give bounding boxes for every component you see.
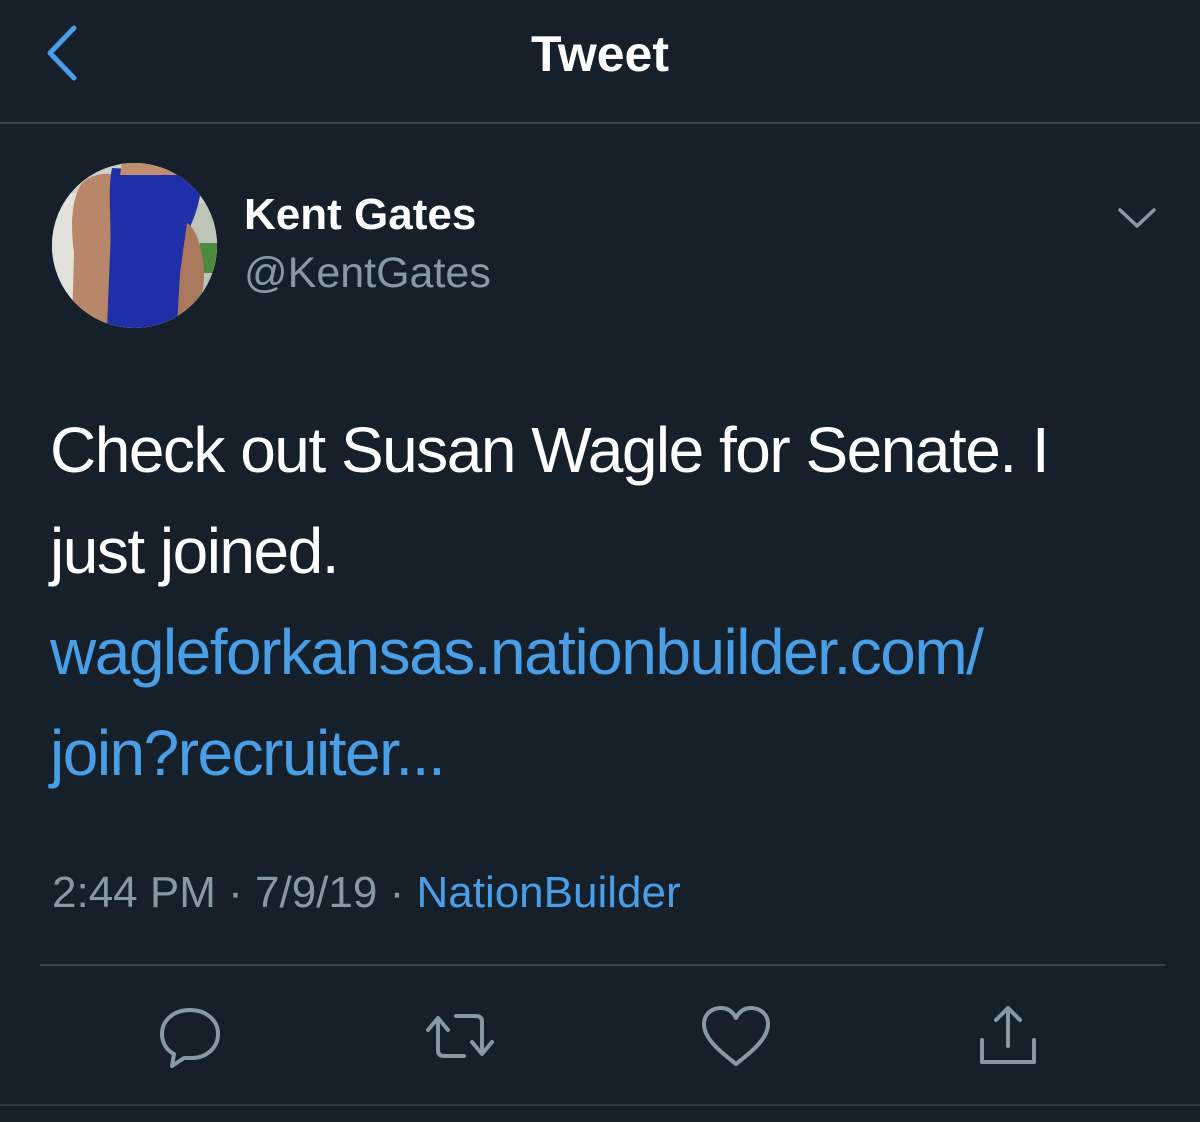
share-icon xyxy=(980,1006,1036,1064)
avatar-image xyxy=(52,163,217,328)
tweet-link-line-1: wagleforkansas.nationbuilder.com/ xyxy=(50,616,984,688)
tweet-link-line-2: join?recruiter... xyxy=(50,717,446,789)
meta-separator: · xyxy=(228,868,243,917)
tweet-source-link[interactable]: NationBuilder xyxy=(416,868,680,917)
avatar[interactable] xyxy=(52,163,217,328)
top-bar: Tweet xyxy=(0,0,1200,124)
tweet-menu-button[interactable] xyxy=(1114,200,1160,236)
reply-icon xyxy=(160,1008,220,1068)
retweet-button[interactable] xyxy=(420,1000,500,1072)
tweet-body: Check out Susan Wagle for Senate. I just… xyxy=(50,400,1150,804)
reply-button[interactable] xyxy=(150,1000,230,1072)
retweet-icon xyxy=(426,1014,494,1058)
page-title: Tweet xyxy=(531,26,669,82)
divider xyxy=(40,964,1165,966)
like-button[interactable] xyxy=(696,1000,776,1072)
author-name[interactable]: Kent Gates xyxy=(244,190,476,240)
share-button[interactable] xyxy=(968,1000,1048,1072)
heart-icon xyxy=(702,1006,770,1066)
tweet-link[interactable]: wagleforkansas.nationbuilder.com/ join?r… xyxy=(50,602,1150,804)
author-handle[interactable]: @KentGates xyxy=(244,248,491,298)
meta-separator: · xyxy=(389,868,405,917)
bottom-divider xyxy=(0,1104,1200,1106)
tweet-date: 7/9/19 xyxy=(255,868,378,917)
tweet-meta: 2:44 PM · 7/9/19 · NationBuilder xyxy=(52,866,681,920)
chevron-down-icon xyxy=(1118,208,1156,228)
tweet-time: 2:44 PM xyxy=(52,868,216,917)
tweet-text: Check out Susan Wagle for Senate. I just… xyxy=(50,414,1050,587)
